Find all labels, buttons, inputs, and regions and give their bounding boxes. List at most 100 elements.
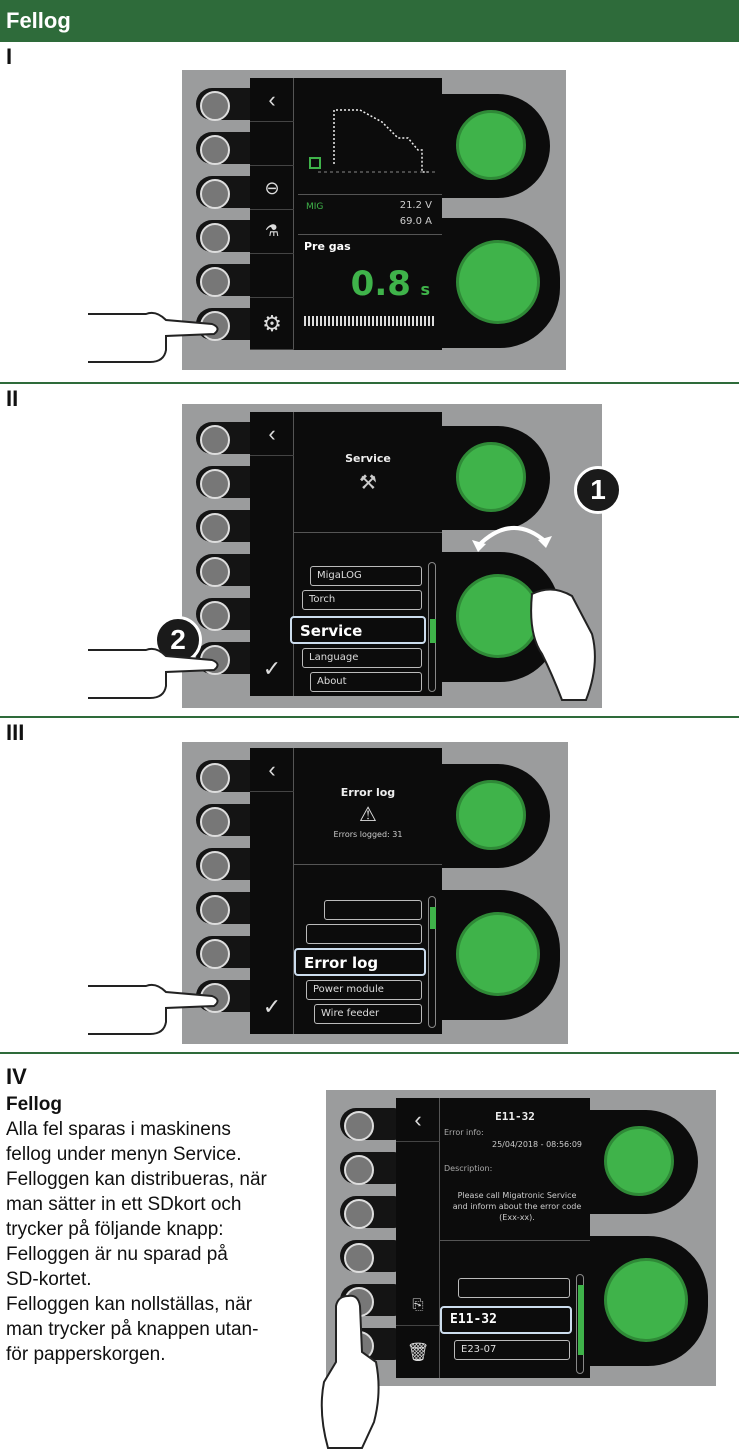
scrollbar-thumb[interactable] — [430, 619, 436, 643]
description-line: Felloggen kan nollställas, när — [6, 1294, 253, 1315]
hw-button-2[interactable] — [196, 466, 256, 499]
turning-hand-icon — [530, 588, 596, 701]
back-icon[interactable]: ‹ — [250, 78, 294, 122]
hw-button-5[interactable] — [196, 264, 256, 297]
screen-title: Error log — [340, 786, 396, 799]
trash-icon[interactable]: 🗑 — [396, 1326, 440, 1378]
pointing-up-hand-icon — [320, 1294, 380, 1449]
screen-icon-column: ‹ ⊖ ⚗ ⚙ — [250, 78, 294, 350]
hw-button-1[interactable] — [196, 760, 256, 793]
menu-item[interactable]: About — [310, 672, 422, 692]
hw-button-3[interactable] — [196, 848, 256, 881]
hw-button-4[interactable] — [196, 892, 256, 925]
description-title: Fellog — [6, 1094, 62, 1115]
menu-item[interactable]: Language — [302, 648, 422, 668]
pointing-hand-icon — [88, 311, 219, 363]
scrollbar[interactable] — [576, 1274, 584, 1374]
menu-item-selected[interactable]: Service — [290, 616, 426, 644]
scrollbar[interactable] — [428, 562, 436, 692]
param-value-unit: s — [420, 280, 430, 299]
description-line: för papperskorgen. — [6, 1344, 166, 1365]
param-value-number: 0.8 — [350, 264, 411, 304]
step-label: I — [6, 44, 13, 69]
menu-item[interactable]: Wire feeder — [314, 1004, 422, 1024]
sd-card-export-icon[interactable]: ⎘ — [396, 1282, 440, 1326]
panel-step-3: III ‹ ✓ Error log ⚠ Errors logged: 31 Er… — [0, 718, 739, 1054]
knob-top[interactable] — [456, 780, 526, 850]
hw-button-2[interactable] — [340, 1152, 400, 1185]
list-item-selected[interactable]: E11-32 — [440, 1306, 572, 1334]
back-icon[interactable]: ‹ — [250, 412, 294, 456]
scrollbar-thumb[interactable] — [430, 907, 436, 929]
scrollbar[interactable] — [428, 896, 436, 1028]
divider — [298, 194, 442, 195]
description-line: SD-kortet. — [6, 1269, 92, 1290]
hw-button-4[interactable] — [196, 554, 256, 587]
knob-housing-top — [442, 94, 550, 198]
step-label: II — [6, 386, 19, 411]
menu-item-selected[interactable]: Error log — [294, 948, 426, 976]
screen-subtitle: Errors logged: 31 — [333, 830, 403, 839]
error-info-value: 25/04/2018 - 08:56:09 — [491, 1140, 582, 1149]
settings-icon[interactable]: ⚙ — [250, 298, 294, 350]
list-item[interactable]: E23-07 — [454, 1340, 570, 1360]
checkmark-icon[interactable]: ✓ — [250, 642, 294, 696]
device-panel: ‹ ⎘ 🗑 E11-32 Error info: 25/04/2018 - 08… — [326, 1090, 716, 1386]
hw-button-3[interactable] — [340, 1196, 400, 1229]
device-panel: ‹ ⊖ ⚗ ⚙ MIG 21.2 V 69.0 A Pre gas 0.8 s — [182, 70, 566, 370]
menu-item[interactable]: Power module — [306, 980, 422, 1000]
screen-icon-column: ‹ ⎘ 🗑 — [396, 1098, 440, 1378]
description-text: Fellog Alla fel sparas i maskinens fello… — [6, 1092, 316, 1367]
panel-step-2: II ‹ ✓ Service ⚒ MigaLOG Torch Service L… — [0, 384, 739, 718]
knob-top[interactable] — [604, 1126, 674, 1196]
divider — [298, 234, 442, 235]
hw-button-1[interactable] — [196, 422, 256, 455]
gas-icon[interactable]: ⚗ — [250, 210, 294, 254]
knob-bottom[interactable] — [604, 1258, 688, 1342]
divider — [294, 532, 442, 533]
display-screen: ‹ ⎘ 🗑 E11-32 Error info: 25/04/2018 - 08… — [396, 1098, 590, 1378]
menu-item[interactable]: MigaLOG — [310, 566, 422, 586]
list-item[interactable] — [458, 1278, 570, 1298]
device-panel: ‹ ✓ Service ⚒ MigaLOG Torch Service Lang… — [182, 404, 602, 708]
menu-item[interactable] — [324, 900, 422, 920]
description-line: man sätter in ett SDkort och — [6, 1194, 242, 1215]
hw-button-5[interactable] — [196, 936, 256, 969]
hw-button-1[interactable] — [196, 88, 256, 121]
hw-button-5[interactable] — [196, 598, 256, 631]
hw-button-4[interactable] — [340, 1240, 400, 1273]
scrollbar-thumb[interactable] — [578, 1285, 584, 1355]
param-label: Pre gas — [304, 240, 351, 253]
weld-curve-graph — [309, 109, 438, 173]
hw-button-4[interactable] — [196, 220, 256, 253]
knob-top[interactable] — [456, 442, 526, 512]
knob-bottom[interactable] — [456, 240, 540, 324]
back-icon[interactable]: ‹ — [396, 1098, 440, 1142]
divider — [440, 1240, 590, 1241]
menu-item[interactable] — [306, 924, 422, 944]
description-line: fellog under menyn Service. — [6, 1144, 242, 1165]
hw-button-2[interactable] — [196, 804, 256, 837]
menu-item[interactable]: Torch — [302, 590, 422, 610]
description-line: trycker på följande knapp: — [6, 1219, 224, 1240]
mode-icon[interactable]: ⊖ — [250, 166, 294, 210]
checkmark-icon[interactable]: ✓ — [250, 980, 294, 1034]
knob-top[interactable] — [456, 110, 526, 180]
knob-bottom[interactable] — [456, 912, 540, 996]
screen-title: Service — [345, 452, 391, 465]
hw-button-1[interactable] — [340, 1108, 400, 1141]
back-icon[interactable]: ‹ — [250, 748, 294, 792]
description-line: Felloggen är nu sparad på — [6, 1244, 228, 1265]
hw-button-3[interactable] — [196, 510, 256, 543]
pointing-hand-icon — [88, 983, 219, 1035]
blank-cell — [250, 254, 294, 298]
divider — [294, 864, 442, 865]
description-line: man trycker på knappen utan- — [6, 1319, 259, 1340]
error-code-title: E11-32 — [495, 1110, 535, 1123]
hw-button-3[interactable] — [196, 176, 256, 209]
description-line: Alla fel sparas i maskinens — [6, 1119, 231, 1140]
blank-cell — [250, 122, 294, 166]
param-level-bar — [304, 316, 434, 326]
hw-button-2[interactable] — [196, 132, 256, 165]
current-readout: 69.0 A — [399, 216, 432, 227]
